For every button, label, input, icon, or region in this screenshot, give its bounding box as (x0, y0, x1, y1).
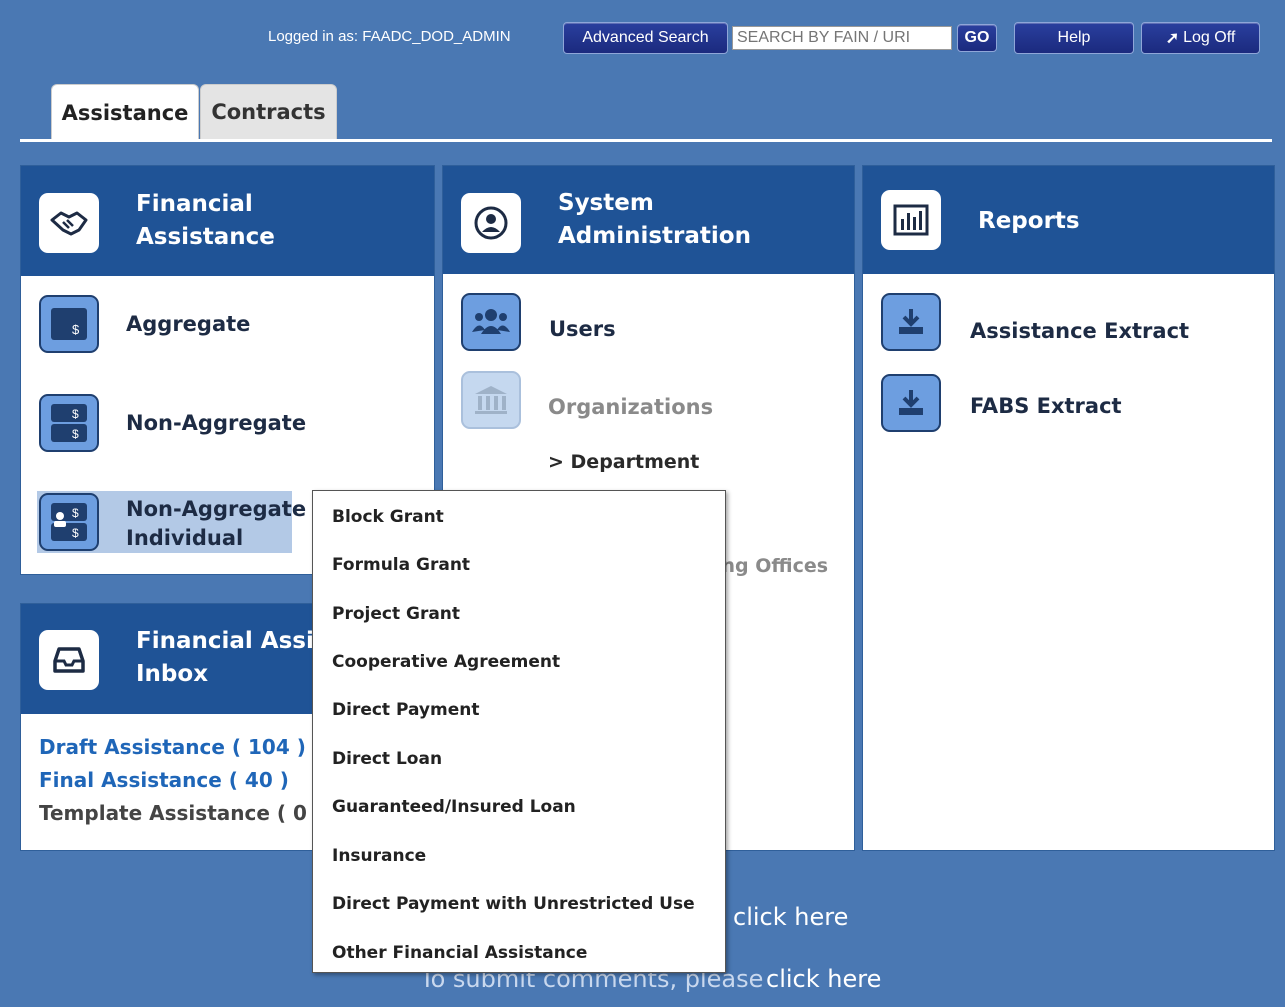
bar-chart-icon (881, 190, 941, 250)
menu-item-direct-loan[interactable]: Direct Loan (332, 749, 442, 769)
panel-title: Reports (978, 208, 1080, 234)
panel-title: System Administration (558, 190, 751, 249)
double-dollar-card-icon[interactable]: $ $ (39, 394, 99, 452)
arrow-up-right-icon: ➚ (1165, 30, 1180, 47)
tab-assistance[interactable]: Assistance (51, 84, 199, 140)
handshake-icon (39, 193, 99, 253)
assistance-extract-link[interactable]: Assistance Extract (970, 319, 1189, 343)
fabs-extract-link[interactable]: FABS Extract (970, 394, 1122, 418)
inbox-tray-icon (39, 630, 99, 690)
non-aggregate-link[interactable]: Non-Aggregate (126, 411, 306, 435)
draft-assistance-link[interactable]: Draft Assistance ( 104 ) (39, 735, 306, 759)
download-icon[interactable] (881, 374, 941, 432)
menu-item-block-grant[interactable]: Block Grant (332, 507, 444, 527)
panel-header: Financial Assistance (21, 166, 434, 276)
menu-item-other-financial-assistance[interactable]: Other Financial Assistance (332, 943, 587, 963)
final-assistance-link[interactable]: Final Assistance ( 40 ) (39, 768, 289, 792)
log-off-button[interactable]: ➚ Log Off (1141, 22, 1260, 54)
panel-title: Financial Assistance (136, 191, 275, 250)
footer-comments-link[interactable]: click here (766, 965, 881, 993)
log-off-label: Log Off (1183, 29, 1236, 46)
person-dollar-card-icon[interactable]: $ $ (39, 493, 99, 551)
svg-text:$: $ (72, 506, 79, 520)
offices-link[interactable]: ing Offices (715, 555, 828, 577)
svg-text:$: $ (72, 322, 80, 337)
panel-header: Reports (863, 166, 1274, 274)
logged-in-label: Logged in as: FAADC_DOD_ADMIN (268, 28, 511, 45)
bank-building-icon (461, 371, 521, 429)
assistance-type-menu: Block Grant Formula Grant Project Grant … (312, 490, 726, 973)
non-aggregate-individual-link[interactable]: Non-Aggregate Individual (126, 495, 306, 553)
search-input[interactable] (732, 26, 952, 50)
menu-item-cooperative-agreement[interactable]: Cooperative Agreement (332, 652, 560, 672)
dollar-card-icon[interactable]: $ (39, 295, 99, 353)
users-icon[interactable] (461, 293, 521, 351)
go-button[interactable]: GO (957, 24, 997, 52)
users-link[interactable]: Users (549, 317, 616, 341)
menu-item-insurance[interactable]: Insurance (332, 846, 426, 866)
menu-item-direct-payment-unrestricted[interactable]: Direct Payment with Unrestricted Use (332, 894, 695, 914)
template-assistance-link[interactable]: Template Assistance ( 0 ) (39, 801, 323, 825)
help-button[interactable]: Help (1014, 22, 1134, 54)
menu-item-formula-grant[interactable]: Formula Grant (332, 555, 470, 575)
svg-text:$: $ (72, 526, 79, 540)
menu-item-guaranteed-insured-loan[interactable]: Guaranteed/Insured Loan (332, 797, 576, 817)
panel-title: Financial Assist Inbox (136, 628, 339, 687)
menu-item-project-grant[interactable]: Project Grant (332, 604, 460, 624)
panel-header: System Administration (443, 166, 854, 274)
tab-contracts[interactable]: Contracts (200, 84, 337, 140)
aggregate-link[interactable]: Aggregate (126, 312, 250, 336)
advanced-search-button[interactable]: Advanced Search (563, 22, 728, 54)
download-icon[interactable] (881, 293, 941, 351)
footer-link-1[interactable]: click here (733, 903, 848, 931)
tab-divider (20, 139, 1272, 142)
organizations-link: Organizations (548, 395, 714, 419)
department-link[interactable]: > Department (548, 451, 699, 473)
menu-item-direct-payment[interactable]: Direct Payment (332, 700, 479, 720)
user-circle-icon (461, 193, 521, 253)
svg-text:$: $ (72, 407, 79, 421)
reports-panel: Reports Assistance Extract FABS Extract (862, 165, 1275, 851)
svg-text:$: $ (72, 427, 79, 441)
